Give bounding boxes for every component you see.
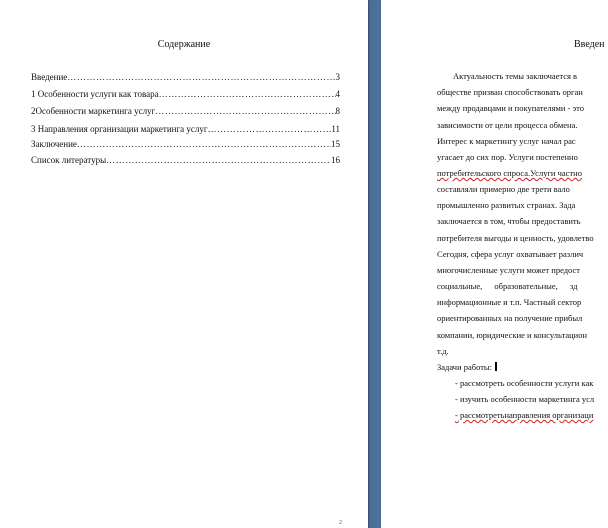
spellcheck-underlined-text: потребительского спроса.Услуги частно xyxy=(437,168,582,178)
toc-item-page: 16 xyxy=(331,155,340,165)
task-item: - рассмотреть особенности услуги как xyxy=(455,378,594,388)
toc-dot-leader xyxy=(208,124,332,134)
toc-item: Список литературы 16 xyxy=(31,153,340,165)
toc-item-page: 3 xyxy=(335,72,341,82)
toc-item-page: 8 xyxy=(335,106,341,116)
paragraph-line: т.д. xyxy=(437,346,449,356)
paragraph-line: компании, юридические и консультацион xyxy=(437,330,588,340)
paragraph-line: промышленно развитых странах. Зада xyxy=(437,200,576,210)
toc-item-page: 11 xyxy=(331,124,340,134)
paragraph-line: угасает до сих пор. Услуги постепенно xyxy=(437,152,578,162)
paragraph-line: Интерес к маркетингу услуг начал рас xyxy=(437,136,576,146)
page-right: Введен Актуальность темы заключается в о… xyxy=(381,0,608,528)
paragraph-line: информационные и т.п. Частный сектор xyxy=(437,297,582,307)
toc-item: 1 Особенности услуги как товара 4 xyxy=(31,87,340,99)
toc-item-page: 15 xyxy=(331,139,340,149)
paragraph-line: составляли примерно две трети вало xyxy=(437,184,570,194)
toc-item-page: 4 xyxy=(335,89,341,99)
paragraph-line: между продавцами и покупателями - это xyxy=(437,103,584,113)
paragraph-line: многочисленные услуги может предост xyxy=(437,265,580,275)
paragraph-line: социальные, образовательные, зд xyxy=(437,281,578,291)
toc-item: 3 Направления организации маркетинга усл… xyxy=(31,122,340,134)
page-left: Содержание Введение 3 1 Особенности услу… xyxy=(0,0,368,528)
toc-item: Заключение 15 xyxy=(31,137,340,149)
paragraph-line: заключается в том, чтобы предоставить xyxy=(437,216,581,226)
paragraph-line: ориентированных на получение прибыл xyxy=(437,313,583,323)
paragraph-line: Актуальность темы заключается в xyxy=(453,71,578,81)
toc-dot-leader xyxy=(77,139,331,149)
toc-dot-leader xyxy=(67,72,335,82)
toc-title: Содержание xyxy=(157,39,211,50)
spellcheck-underlined-text: - рассмотретьнаправления организаци xyxy=(455,410,594,420)
task-item: - изучить особенности маркетинга усл xyxy=(455,394,595,404)
toc-item: 2Особенности маркетинга услуг 8 xyxy=(31,104,340,116)
toc-item-label: Введение xyxy=(31,72,68,82)
task-item: - рассмотретьнаправления организаци xyxy=(455,410,593,420)
page-number: 2 xyxy=(339,520,342,526)
paragraph-line: потребителя выгоды и ценность, удовлетво xyxy=(437,233,594,243)
text-cursor xyxy=(495,362,498,371)
toc-item-label: Список литературы xyxy=(31,155,107,165)
toc-dot-leader xyxy=(155,106,335,116)
paragraph-line: потребительского спроса.Услуги частно xyxy=(437,168,582,178)
toc-item-label: 3 Направления организации маркетинга усл… xyxy=(31,124,208,134)
toc-dot-leader xyxy=(106,155,331,165)
intro-title: Введен xyxy=(574,39,605,50)
toc-item-label: 1 Особенности услуги как товара xyxy=(31,89,159,99)
paragraph-line: зависимости от цели процесса обмена. xyxy=(437,120,578,130)
paragraph-line: обществе призван способствовать орган xyxy=(437,87,583,97)
tasks-heading-text: Задачи работы: xyxy=(437,362,493,372)
toc-dot-leader xyxy=(159,89,336,99)
tasks-heading: Задачи работы: xyxy=(437,362,498,372)
toc-item: Введение 3 xyxy=(31,70,340,82)
paragraph-line: Сегодня, сфера услуг охватывает различ xyxy=(437,249,584,259)
toc-item-label: Заключение xyxy=(31,139,77,149)
toc-item-label: 2Особенности маркетинга услуг xyxy=(31,106,156,116)
